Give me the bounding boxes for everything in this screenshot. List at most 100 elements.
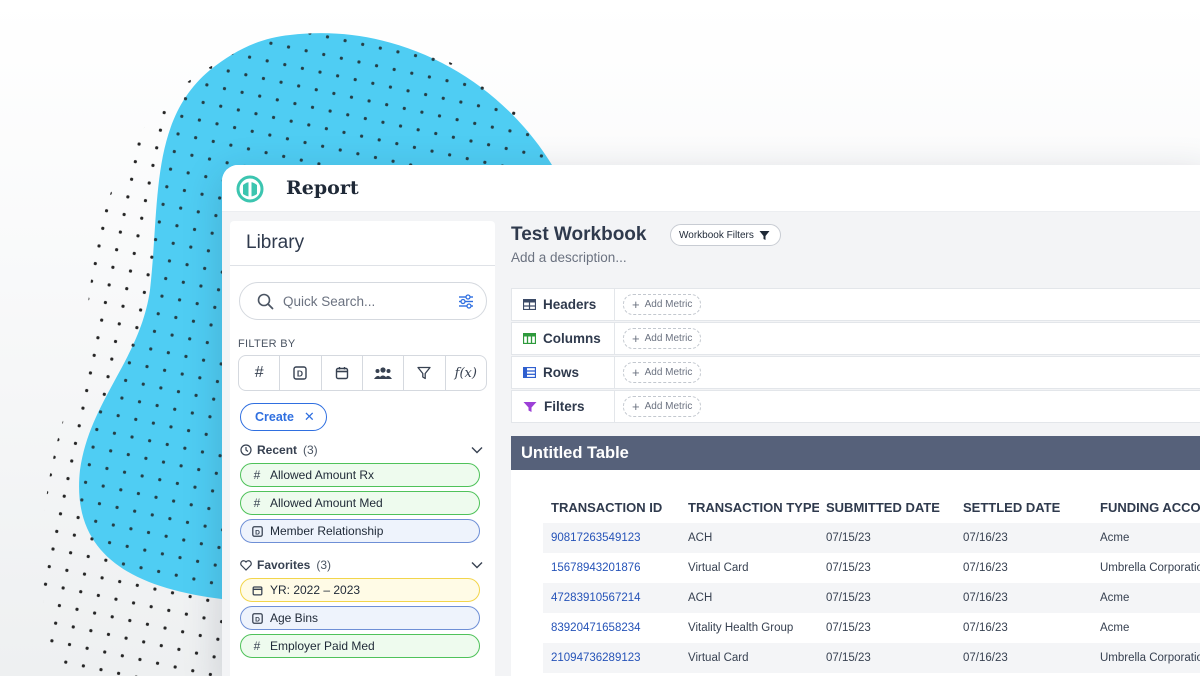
people-icon [374,367,393,379]
search-input[interactable] [283,292,443,310]
recent-count: (3) [303,443,318,457]
table-card: Untitled Table TRANSACTION ID TRANSACTIO… [511,436,1200,676]
table-cell: 07/16/23 [963,652,1008,664]
function-icon: f(x) [454,365,477,381]
table-cell: 07/16/23 [963,562,1008,574]
library-item[interactable]: # Allowed Amount Med [240,491,480,515]
add-metric-button[interactable]: + Add Metric [623,328,702,349]
library-item[interactable]: # Allowed Amount Rx [240,463,480,487]
plus-icon: + [632,399,640,414]
filter-filters-button[interactable] [404,356,446,390]
workbook-title[interactable]: Test Workbook [511,224,646,246]
dimension-icon: D [293,366,308,380]
main-content: Library FILTER BY [222,212,1200,676]
filter-date-button[interactable] [322,356,363,390]
hash-icon: # [253,468,261,482]
library-title: Library [246,232,305,253]
plus-icon: + [632,297,640,312]
column-header[interactable]: TRANSACTION ID [551,500,662,515]
recent-section-header[interactable]: Recent (3) [240,441,483,459]
library-item[interactable]: D Age Bins [240,606,480,630]
table-cell: Umbrella Corporation [1100,652,1200,664]
table-icon [523,299,536,310]
create-label: Create [255,410,294,424]
filter-metric-button[interactable]: # [239,356,281,390]
favorites-section-header[interactable]: Favorites (3) [240,556,483,574]
top-bar: Report [222,165,1200,212]
library-item-label: Member Relationship [270,524,384,538]
search-icon [257,293,274,310]
column-header[interactable]: SUBMITTED DATE [826,500,940,515]
favorites-label: Favorites [257,558,311,572]
add-metric-button[interactable]: + Add Metric [623,396,702,417]
transaction-id-link[interactable]: 21094736289123 [551,652,641,664]
column-header[interactable]: TRANSACTION TYPE [688,500,819,515]
table-row[interactable]: 21094736289123 Virtual Card 07/15/23 07/… [543,643,1200,673]
table-cell: Acme [1100,532,1130,544]
shelf-rows: Rows + Add Metric [511,356,1200,389]
columns-icon [523,333,536,344]
table-cell: 07/15/23 [826,652,871,664]
filter-settings-icon[interactable] [458,294,474,309]
svg-text:D: D [297,369,303,379]
search-box[interactable] [239,282,487,320]
filter-dimension-button[interactable]: D [280,356,322,390]
transaction-id-link[interactable]: 15678943201876 [551,562,641,574]
add-metric-button[interactable]: + Add Metric [623,294,702,315]
filter-population-button[interactable] [363,356,405,390]
transaction-id-link[interactable]: 83920471658234 [551,622,641,634]
table-row[interactable]: 83920471658234 Vitality Health Group 07/… [543,613,1200,643]
funnel-icon [759,230,770,240]
table-cell: Acme [1100,622,1130,634]
app-title: Report [286,177,359,199]
chevron-down-icon[interactable] [471,561,483,569]
table-cell: Umbrella Corporation [1100,562,1200,574]
chevron-down-icon[interactable] [471,446,483,454]
library-item-label: Allowed Amount Med [270,496,383,510]
table-cell: 07/16/23 [963,592,1008,604]
logo-icon [236,175,264,203]
shelf-label: Columns [512,323,615,354]
table-row[interactable]: 90817263549123 ACH 07/15/23 07/16/23 Acm… [543,523,1200,553]
heart-icon [240,559,252,571]
workbook-filters-label: Workbook Filters [679,229,754,241]
hash-icon: # [253,639,261,653]
svg-text:D: D [255,529,260,536]
library-item[interactable]: # Employer Paid Med [240,634,480,658]
filter-function-button[interactable]: f(x) [446,356,486,390]
library-panel: Library FILTER BY [230,221,495,676]
shelf-label: Rows [512,357,615,388]
table-cell: Virtual Card [688,652,749,664]
table-row[interactable]: 47283910567214 ACH 07/15/23 07/16/23 Acm… [543,583,1200,613]
library-divider [230,265,495,266]
table-cell: 07/15/23 [826,622,871,634]
calendar-icon [250,585,264,596]
table-row[interactable]: 15678943201876 Virtual Card 07/15/23 07/… [543,553,1200,583]
close-icon[interactable]: ✕ [304,409,315,425]
shelf-headers: Headers + Add Metric [511,288,1200,321]
table-cell: Vitality Health Group [688,622,794,634]
table-cell: 07/15/23 [826,532,871,544]
workbook-description[interactable]: Add a description... [511,250,627,265]
column-header[interactable]: FUNDING ACCOUNT [1100,500,1200,515]
table-cell: 07/15/23 [826,562,871,574]
workbook-filters-button[interactable]: Workbook Filters [670,224,781,246]
transaction-id-link[interactable]: 90817263549123 [551,532,641,544]
add-metric-button[interactable]: + Add Metric [623,362,702,383]
table-title[interactable]: Untitled Table [511,436,1200,470]
column-header[interactable]: SETTLED DATE [963,500,1060,515]
table-cell: 07/16/23 [963,622,1008,634]
library-item[interactable]: D Member Relationship [240,519,480,543]
calendar-icon [335,367,349,380]
shelf-label: Headers [512,289,615,320]
library-item-label: YR: 2022 – 2023 [270,583,361,597]
dimension-icon: D [250,612,264,624]
library-item-label: Age Bins [270,611,319,625]
dimension-icon: D [250,525,264,537]
table-cell: ACH [688,532,713,544]
create-button[interactable]: Create ✕ [240,403,327,431]
recent-label: Recent [257,443,298,457]
transaction-id-link[interactable]: 47283910567214 [551,592,641,604]
rows-icon [523,367,536,378]
library-item[interactable]: YR: 2022 – 2023 [240,578,480,602]
